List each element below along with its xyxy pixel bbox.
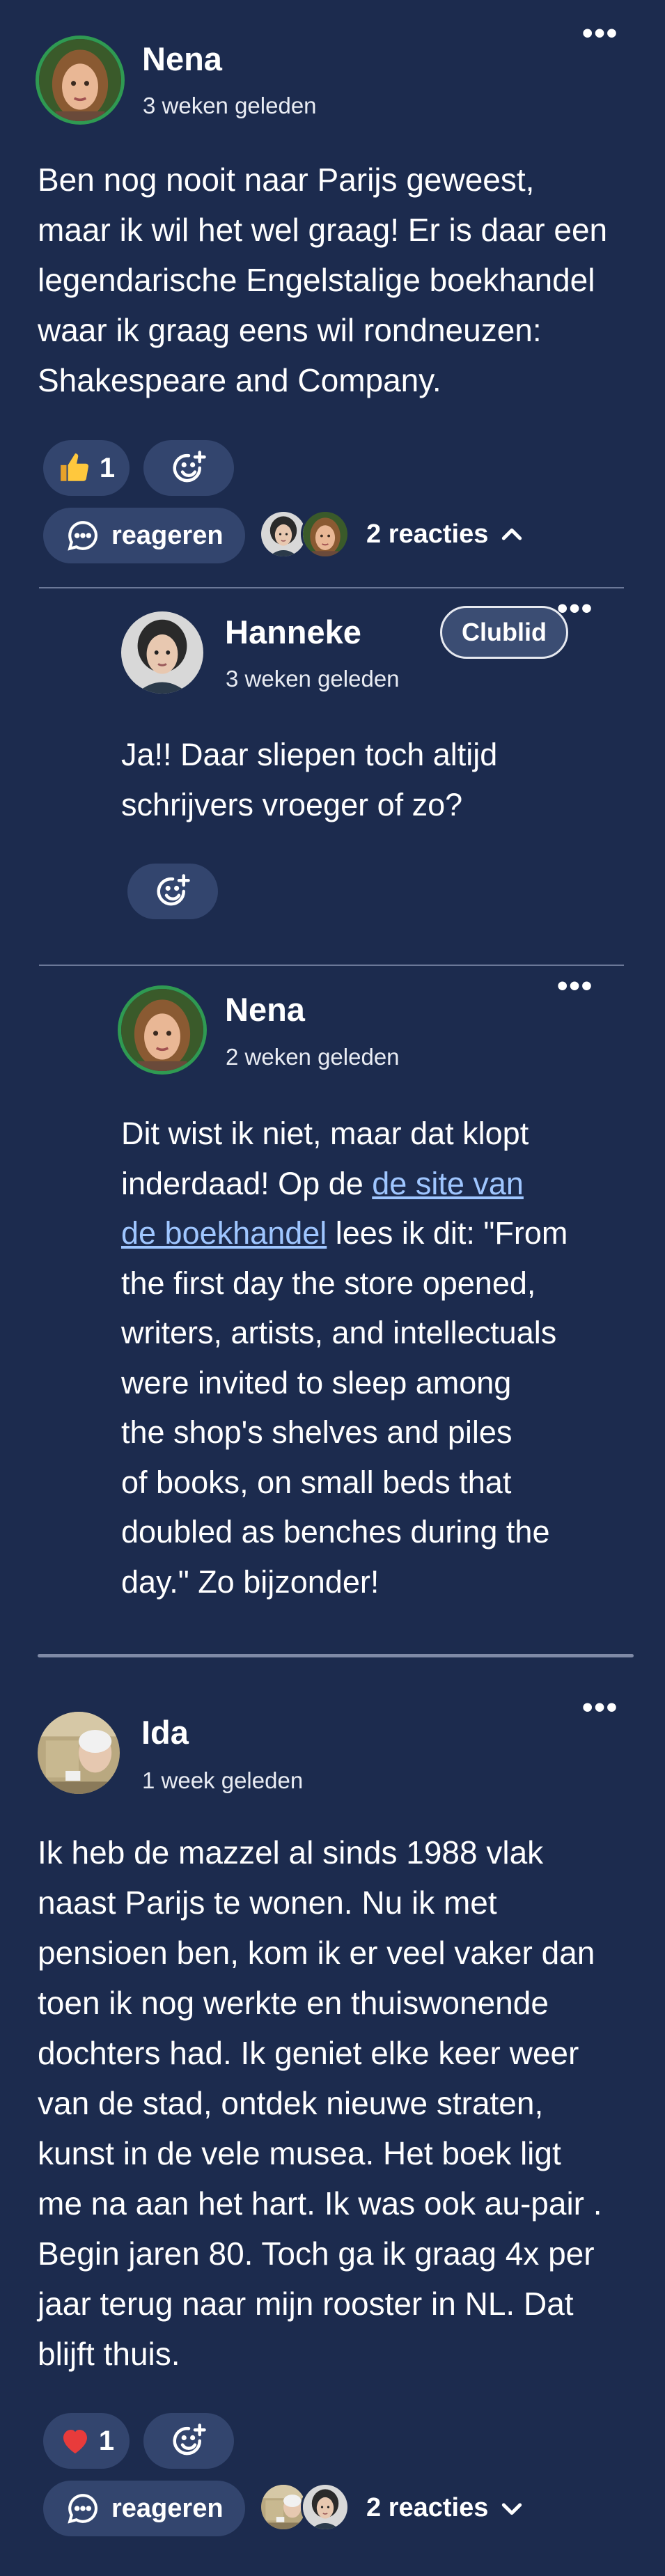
more-options-button[interactable]: ••• xyxy=(582,18,618,49)
like-count: 1 xyxy=(99,452,116,483)
reply-button[interactable]: reageren xyxy=(43,2481,245,2536)
reply-body: Dit wist ik niet, maar dat klopt inderda… xyxy=(121,1109,636,1607)
thumbs-up-icon xyxy=(61,453,88,481)
like-reaction-button[interactable]: 1 xyxy=(43,440,130,496)
like-count: 1 xyxy=(98,2425,115,2456)
avatar[interactable] xyxy=(121,611,203,694)
more-options-button[interactable]: ••• xyxy=(557,971,593,1001)
member-badge: Clublid xyxy=(440,606,568,659)
reply-label: reageren xyxy=(111,2493,224,2523)
avatar[interactable] xyxy=(121,989,203,1071)
post-timestamp: 1 week geleden xyxy=(142,1767,304,1793)
divider xyxy=(39,965,624,966)
post-body: Ik heb de mazzel al sinds 1988 vlak naas… xyxy=(38,1834,602,2372)
heart-icon xyxy=(63,2430,87,2453)
chevron-up-icon xyxy=(502,528,522,540)
reply-label: reageren xyxy=(111,520,224,550)
reply-text-after: lees ik dit: "From the first day the sto… xyxy=(121,1215,568,1600)
chevron-down-icon xyxy=(502,2503,522,2515)
author-name[interactable]: Hanneke xyxy=(225,613,361,651)
avatar[interactable] xyxy=(39,39,121,121)
add-reaction-button[interactable] xyxy=(143,2413,234,2469)
reactions-count: 2 reacties xyxy=(366,2493,489,2522)
section-divider xyxy=(38,1654,634,1657)
avatar xyxy=(301,510,350,559)
more-options-button[interactable]: ••• xyxy=(582,1692,618,1723)
comment-bubble-icon xyxy=(68,2494,97,2524)
reply-button[interactable]: reageren xyxy=(43,508,245,563)
reactions-toggle[interactable]: 2 reacties xyxy=(366,2493,526,2523)
avatar xyxy=(301,2483,350,2531)
post-timestamp: 3 weken geleden xyxy=(143,93,317,118)
post-body: Ben nog nooit naar Parijs geweest, maar … xyxy=(38,162,608,398)
author-name[interactable]: Ida xyxy=(141,1713,189,1751)
divider xyxy=(39,587,624,588)
heart-reaction-button[interactable]: 1 xyxy=(43,2413,130,2469)
author-name[interactable]: Nena xyxy=(225,990,305,1029)
reactions-toggle[interactable]: 2 reacties xyxy=(366,520,526,549)
post-timestamp: 3 weken geleden xyxy=(226,666,400,692)
add-reaction-button[interactable] xyxy=(127,864,218,919)
add-emoji-icon xyxy=(173,2423,206,2456)
reactions-count: 2 reacties xyxy=(366,520,489,549)
more-options-button[interactable]: ••• xyxy=(557,593,593,624)
reply-body: Ja!! Daar sliepen toch altijd schrijvers… xyxy=(121,737,498,822)
post-timestamp: 2 weken geleden xyxy=(226,1044,400,1070)
add-emoji-icon xyxy=(173,451,206,483)
add-emoji-icon xyxy=(157,874,190,906)
avatar[interactable] xyxy=(38,1712,120,1794)
author-name[interactable]: Nena xyxy=(142,40,222,78)
add-reaction-button[interactable] xyxy=(143,440,234,496)
comment-bubble-icon xyxy=(68,521,97,551)
